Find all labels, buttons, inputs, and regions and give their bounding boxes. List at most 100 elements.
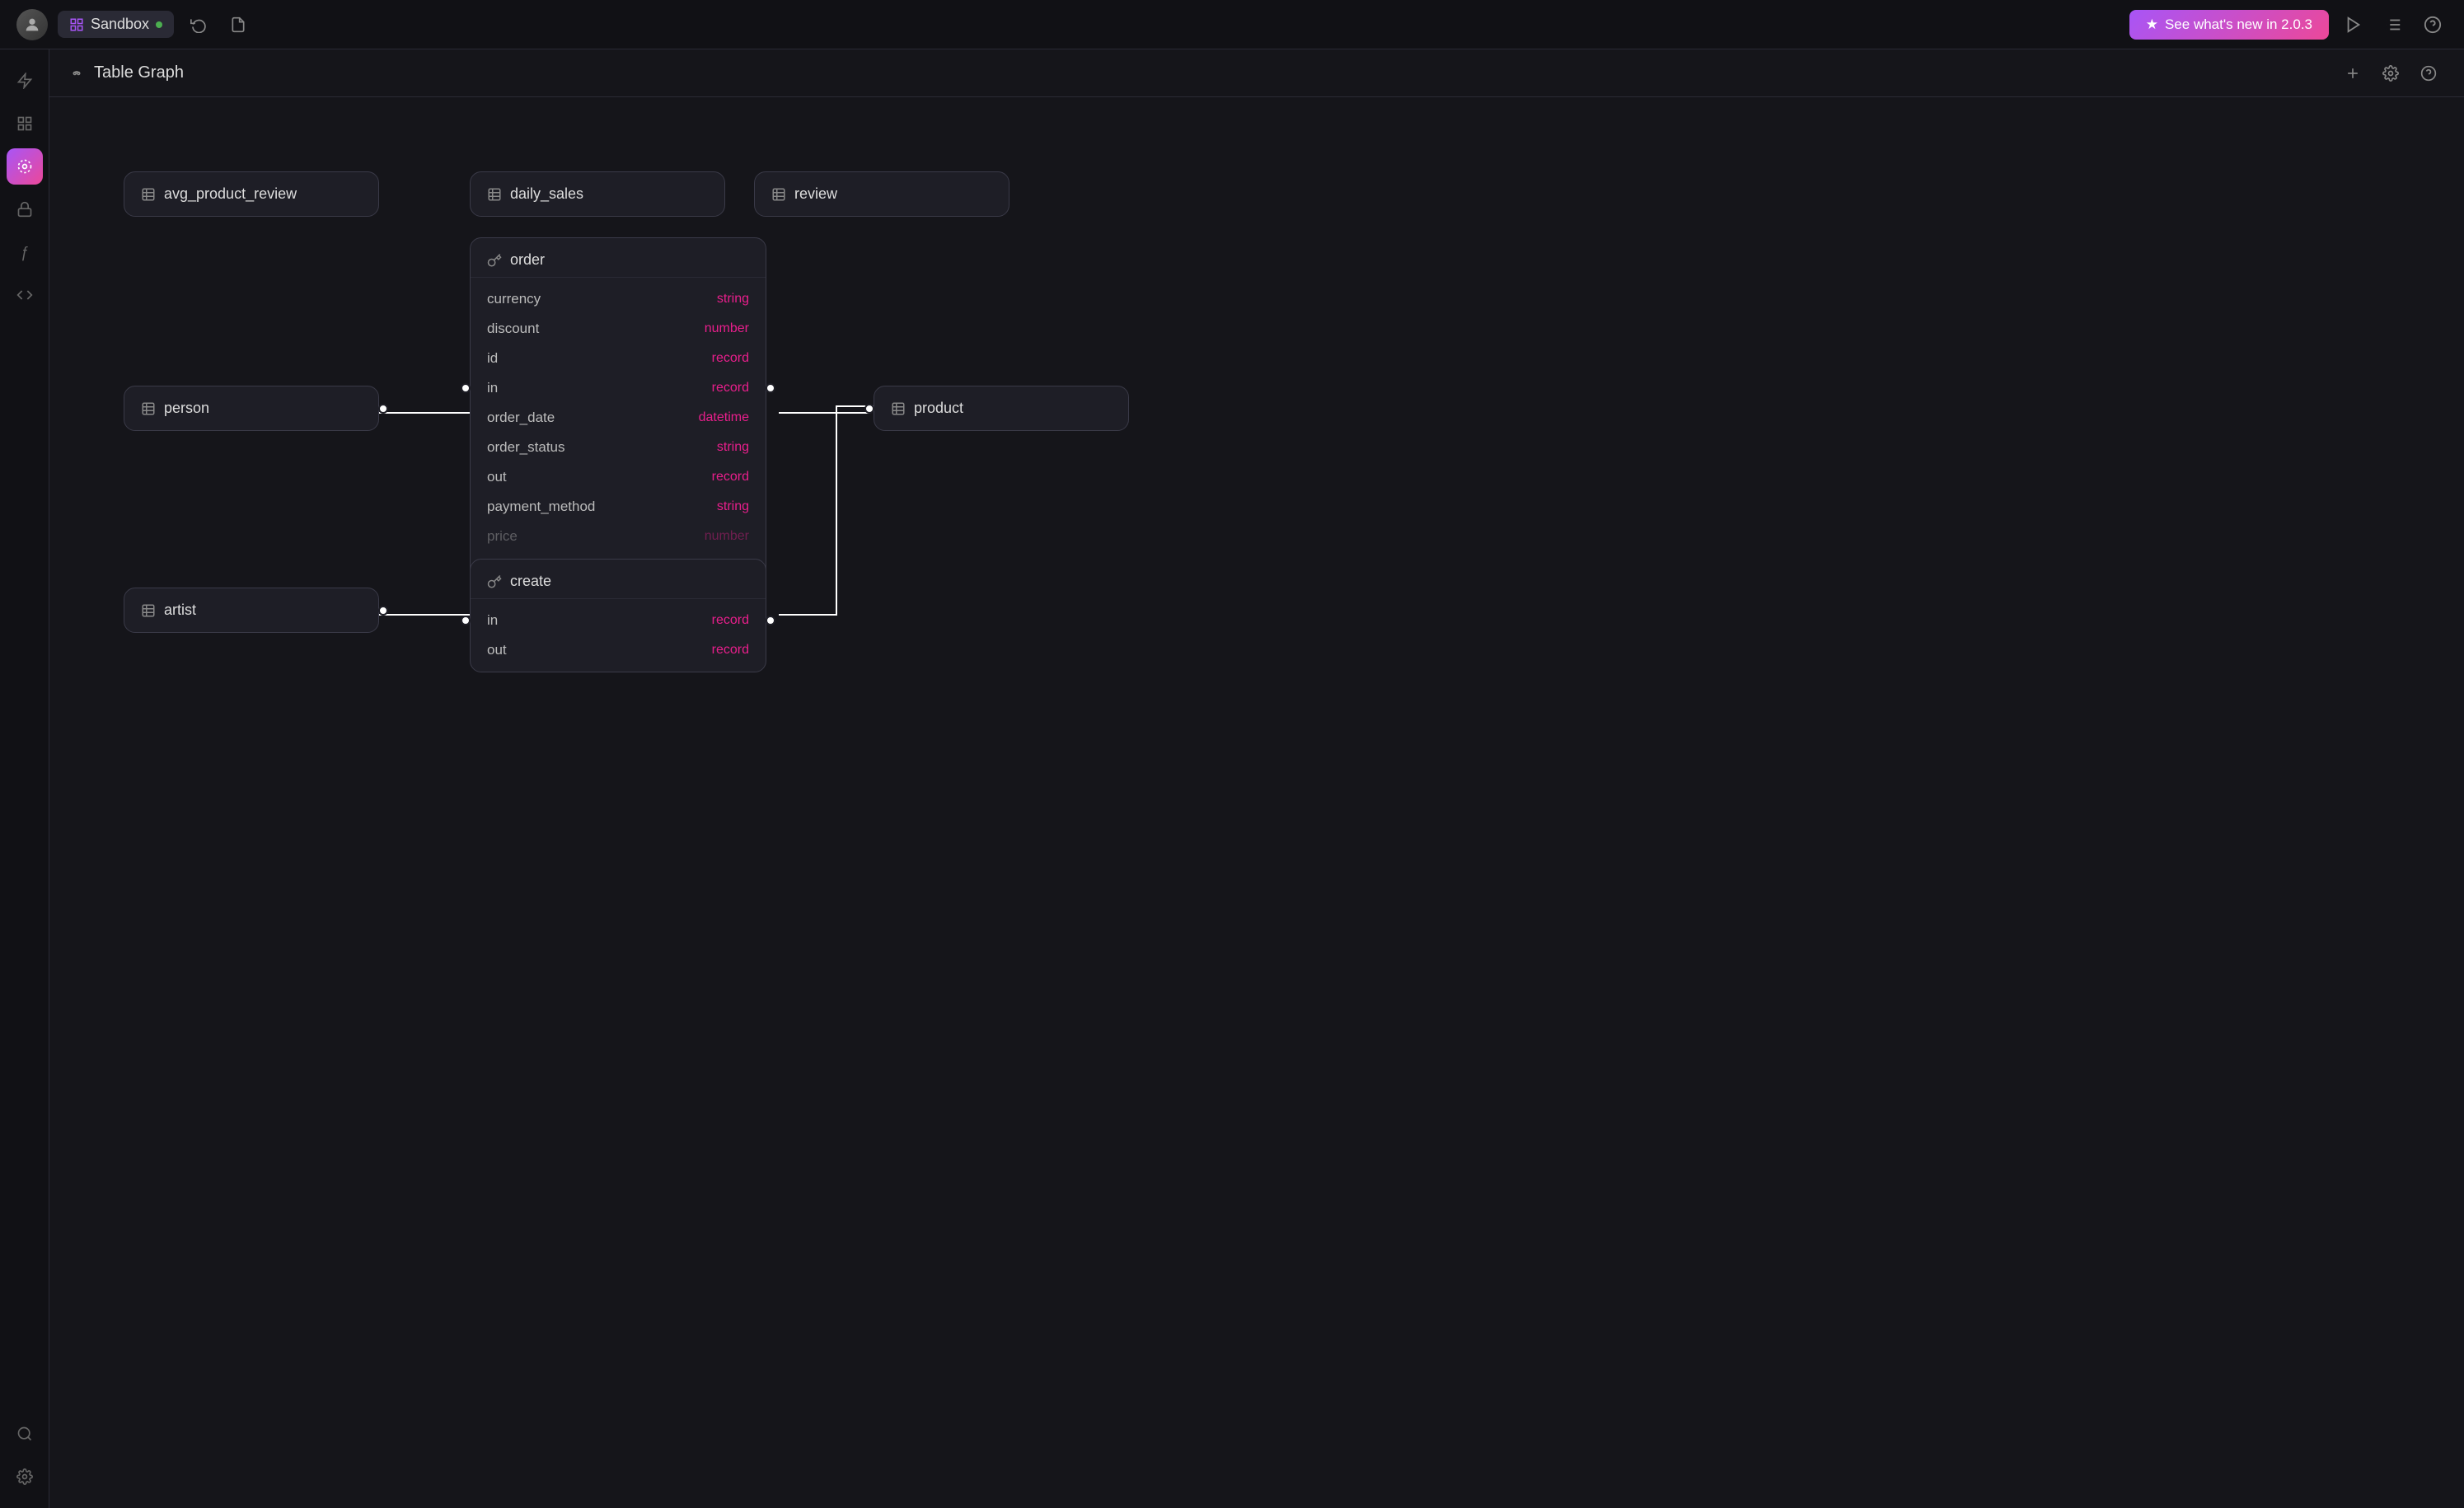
field-type-discount: number <box>705 321 749 336</box>
file-button[interactable] <box>223 10 253 40</box>
artist-connector-right <box>378 606 388 616</box>
field-row-create-out: out record <box>471 635 766 665</box>
field-name-id: id <box>487 350 498 367</box>
help-button-secondary[interactable] <box>2413 58 2444 89</box>
field-type-order-status: string <box>717 440 749 455</box>
connector-in-right <box>766 383 775 393</box>
table-icon <box>141 603 156 618</box>
table-icon <box>891 401 906 416</box>
add-button[interactable] <box>2337 58 2368 89</box>
field-name-price: price <box>487 528 518 545</box>
field-name-create-in: in <box>487 612 498 629</box>
node-order-header: order <box>471 238 766 278</box>
field-type-price: number <box>705 529 749 544</box>
field-type-in: record <box>712 381 749 396</box>
field-row-id: id record <box>471 344 766 373</box>
sandbox-pill[interactable]: Sandbox <box>58 11 174 38</box>
field-name-order-date: order_date <box>487 410 555 426</box>
sidebar-bottom <box>7 1416 43 1495</box>
node-person[interactable]: person <box>124 386 379 431</box>
help-button[interactable] <box>2418 10 2448 40</box>
play-button[interactable] <box>2339 10 2368 40</box>
sidebar: ƒ <box>0 49 49 1508</box>
node-daily-sales-header: daily_sales <box>471 172 724 216</box>
field-type-create-in: record <box>712 613 749 628</box>
field-type-create-out: record <box>712 643 749 658</box>
node-review[interactable]: review <box>754 171 1009 217</box>
field-row-currency: currency string <box>471 284 766 314</box>
node-daily-sales-label: daily_sales <box>510 185 583 203</box>
field-row-order-status: order_status string <box>471 433 766 462</box>
node-person-label: person <box>164 400 209 417</box>
sidebar-item-lightning[interactable] <box>7 63 43 99</box>
secondary-bar-actions <box>2337 58 2444 89</box>
node-avg-product-review-label: avg_product_review <box>164 185 297 203</box>
node-review-header: review <box>755 172 1009 216</box>
canvas[interactable]: avg_product_review daily_sales review pe… <box>49 97 2464 1508</box>
page-title: Table Graph <box>94 63 184 82</box>
list-button[interactable] <box>2378 10 2408 40</box>
user-avatar[interactable] <box>16 9 48 40</box>
node-order-label: order <box>510 251 545 269</box>
node-avg-product-review[interactable]: avg_product_review <box>124 171 379 217</box>
table-icon <box>141 401 156 416</box>
connection-create-product <box>779 406 874 615</box>
sidebar-item-grid[interactable] <box>7 105 43 142</box>
node-artist-label: artist <box>164 602 196 619</box>
person-connector-right <box>378 404 388 414</box>
sidebar-item-function[interactable]: ƒ <box>7 234 43 270</box>
table-graph-icon <box>69 66 84 81</box>
node-create[interactable]: create in record out record <box>470 559 766 672</box>
sidebar-item-code[interactable] <box>7 277 43 313</box>
node-person-header: person <box>124 386 378 430</box>
field-row-payment-method: payment_method string <box>471 492 766 522</box>
node-daily-sales[interactable]: daily_sales <box>470 171 725 217</box>
connection-order-product <box>779 406 874 413</box>
field-row-out: out record <box>471 462 766 492</box>
node-product[interactable]: product <box>874 386 1129 431</box>
whats-new-button[interactable]: ★ See what's new in 2.0.3 <box>2129 10 2329 40</box>
topbar: Sandbox ★ See what's new in 2.0.3 <box>0 0 2464 49</box>
node-create-fields: in record out record <box>471 599 766 672</box>
field-type-out: record <box>712 470 749 485</box>
table-icon <box>487 187 502 202</box>
connections-svg <box>49 97 2464 1508</box>
key-icon <box>487 253 502 268</box>
node-product-label: product <box>914 400 963 417</box>
node-order[interactable]: order currency string discount number id… <box>470 237 766 583</box>
settings-button[interactable] <box>2375 58 2406 89</box>
field-name-in: in <box>487 380 498 396</box>
field-type-id: record <box>712 351 749 366</box>
secondary-bar: Table Graph <box>49 49 2464 97</box>
field-row-price: price number <box>471 522 766 551</box>
sidebar-item-graph[interactable] <box>7 148 43 185</box>
table-icon <box>141 187 156 202</box>
node-artist-header: artist <box>124 588 378 632</box>
field-type-currency: string <box>717 292 749 307</box>
field-name-discount: discount <box>487 321 539 337</box>
sidebar-item-search[interactable] <box>7 1416 43 1452</box>
field-row-discount: discount number <box>471 314 766 344</box>
key-icon <box>487 574 502 589</box>
refresh-button[interactable] <box>184 10 213 40</box>
node-review-label: review <box>794 185 837 203</box>
sidebar-item-lock[interactable] <box>7 191 43 227</box>
node-create-label: create <box>510 573 551 590</box>
connector-in-left <box>461 383 471 393</box>
table-icon <box>771 187 786 202</box>
field-row-create-in: in record <box>471 606 766 635</box>
field-type-order-date: datetime <box>699 410 749 425</box>
field-name-create-out: out <box>487 642 507 658</box>
node-artist[interactable]: artist <box>124 588 379 633</box>
node-create-header: create <box>471 560 766 599</box>
field-type-payment-method: string <box>717 499 749 514</box>
field-row-order-date: order_date datetime <box>471 403 766 433</box>
node-avg-product-review-header: avg_product_review <box>124 172 378 216</box>
node-order-fields: currency string discount number id recor… <box>471 278 766 558</box>
sidebar-item-settings[interactable] <box>7 1459 43 1495</box>
field-name-currency: currency <box>487 291 541 307</box>
field-row-in: in record <box>471 373 766 403</box>
node-product-header: product <box>874 386 1128 430</box>
sandbox-label: Sandbox <box>91 16 149 33</box>
product-connector-left <box>864 404 874 414</box>
